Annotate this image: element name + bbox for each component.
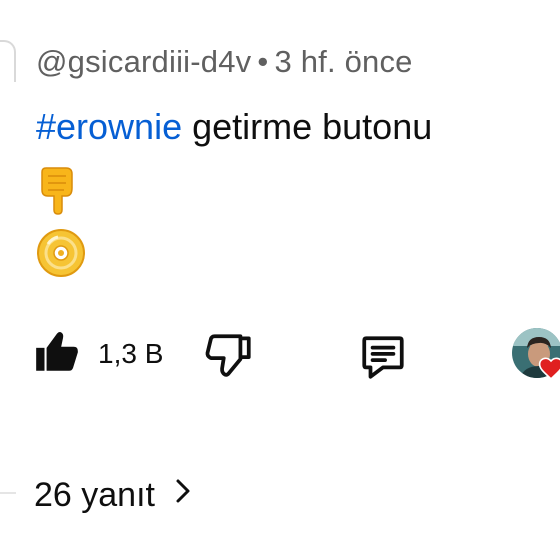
like-count: 1,3 B [98, 338, 164, 369]
comment-reply-icon [358, 336, 408, 386]
hashtag-link[interactable]: #erownie [36, 106, 182, 147]
thread-connector-line [0, 40, 16, 82]
meta-separator: • [257, 44, 269, 79]
thumbs-up-icon [32, 327, 82, 382]
reply-button[interactable] [358, 332, 408, 387]
comment-actions: 1,3 B [0, 326, 560, 386]
dislike-button[interactable] [205, 330, 255, 385]
comment-text: #erownie getirme butonu [36, 106, 432, 148]
comment-body: getirme butonu [182, 106, 433, 147]
view-replies-button[interactable]: 26 yanıt [34, 476, 193, 515]
chevron-right-icon [173, 476, 193, 515]
point-down-emoji [36, 166, 80, 221]
replies-count-label: 26 yanıt [34, 476, 155, 514]
thumbs-down-icon [205, 334, 255, 384]
reply-thread-stub [0, 492, 16, 494]
dvd-disc-emoji [36, 228, 86, 283]
comment-meta: @gsicardiii-d4v • 3 hf. önce [36, 44, 413, 80]
creator-heart-icon [538, 356, 560, 385]
like-button[interactable]: 1,3 B [32, 326, 163, 382]
comment-author[interactable]: @gsicardiii-d4v [36, 44, 251, 79]
comment-time: 3 hf. önce [274, 44, 413, 79]
